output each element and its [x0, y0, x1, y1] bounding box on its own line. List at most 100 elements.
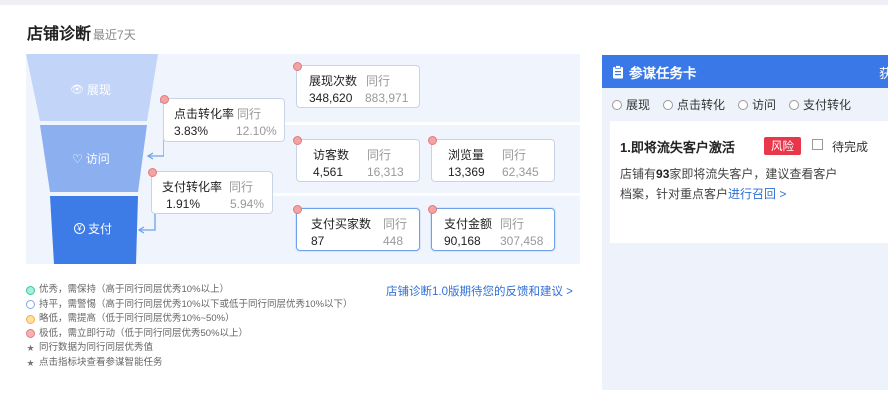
status-dot	[160, 95, 169, 104]
legend-text: 优秀，需保持（高于同行同层优秀10%以上）	[39, 284, 230, 295]
legend-text: 持平，需警惕（高于同行同层优秀10%以下或低于同行同层优秀10%以下）	[39, 298, 353, 310]
peer-label: 同行	[502, 148, 527, 162]
date-range-label: 最近7天	[93, 28, 136, 42]
peer-value: 16,313	[367, 165, 404, 179]
filter-radio-impression[interactable]: 展现	[612, 96, 650, 113]
task-panel-header: 参谋任务卡 获	[602, 55, 888, 88]
recall-link[interactable]: 进行召回 >	[728, 187, 786, 201]
legend-item: 极低，需立即行动（低于同行同层优秀50%以上）	[26, 327, 353, 342]
radio-circle[interactable]	[612, 99, 622, 110]
status-dot	[293, 136, 302, 145]
filter-radio-click-conversion[interactable]: 点击转化	[663, 96, 725, 113]
diagnosis-diagram: 👁 展现 ♡ 访问 ¥ 支付 点击转化率 同行 3.83% 12.10% 支付转…	[26, 54, 580, 264]
funnel-arrow-click	[149, 101, 164, 157]
radio-circle[interactable]	[663, 99, 674, 110]
legend-item: 持平，需警惕（高于同行同层优秀10%以下或低于同行同层优秀10%以下）	[26, 298, 353, 313]
clipboard-icon	[613, 64, 623, 78]
metric-value: 13,369	[448, 165, 485, 179]
peer-label: 同行	[367, 148, 392, 162]
metric-click-conversion[interactable]: 点击转化率 同行 3.83% 12.10%	[160, 95, 285, 142]
star-icon: ★	[26, 343, 35, 353]
radio-circle[interactable]	[738, 99, 749, 110]
peer-label: 同行	[366, 74, 391, 88]
pending-label: 待完成	[832, 140, 869, 154]
metric-value: 348,620	[309, 91, 353, 105]
desc-prefix: 店铺有	[620, 167, 657, 181]
peer-label: 同行	[237, 107, 262, 121]
task-title: 1.即将流失客户激活	[620, 140, 735, 155]
pending-checkbox[interactable]	[812, 139, 823, 150]
top-strip	[0, 0, 888, 5]
filter-radio-visit[interactable]: 访问	[738, 96, 776, 113]
task-panel-title: 参谋任务卡	[629, 65, 697, 81]
peer-label: 同行	[229, 180, 254, 194]
status-dot	[293, 62, 302, 71]
status-dot	[293, 205, 302, 214]
metric-label: 支付转化率	[162, 180, 223, 194]
status-dot	[428, 205, 437, 214]
metric-impressions[interactable]: 展现次数 同行 348,620 883,971	[293, 62, 420, 108]
metric-buyers[interactable]: 支付买家数 同行 87 448	[293, 205, 420, 251]
metric-value: 4,561	[313, 165, 344, 179]
task-description: 店铺有93家即将流失客户，建议查看客户档案，针对重点客户进行召回 >	[620, 164, 842, 204]
peer-value: 883,971	[365, 91, 409, 105]
peer-label: 同行	[383, 217, 408, 231]
task-filter-group: 展现 点击转化 访问 支付转化	[612, 96, 864, 113]
metric-label: 访客数	[313, 148, 350, 162]
radio-label: 支付转化	[803, 98, 852, 112]
feedback-link[interactable]: 店铺诊断1.0版期待您的反馈和建议 >	[386, 283, 573, 299]
radio-label: 访问	[752, 98, 777, 112]
metric-pageviews[interactable]: 浏览量 同行 13,369 62,345	[428, 136, 555, 182]
radio-circle[interactable]	[789, 99, 800, 110]
legend-note: ★ 点击指标块查看参谋智能任务	[26, 356, 353, 371]
heart-icon: ♡	[72, 151, 83, 166]
metric-label: 点击转化率	[174, 107, 235, 121]
radio-label: 点击转化	[677, 98, 726, 112]
legend-swatch-par	[26, 300, 35, 310]
funnel-label-text: 展现	[86, 83, 111, 97]
metric-label: 支付买家数	[311, 217, 372, 231]
peer-label: 同行	[500, 217, 525, 231]
status-dot	[148, 168, 157, 177]
filter-radio-pay-conversion[interactable]: 支付转化	[789, 96, 851, 113]
peer-value: 448	[383, 234, 404, 248]
peer-value: 307,458	[500, 234, 544, 248]
metric-value: 3.83%	[174, 124, 209, 138]
metric-value: 87	[311, 234, 325, 248]
funnel-label-text: 支付	[88, 222, 113, 236]
eye-icon: 👁	[70, 84, 84, 96]
status-dot	[428, 136, 437, 145]
metric-pay-amount[interactable]: 支付金额 同行 90,168 307,458	[428, 205, 555, 251]
legend-item: 优秀，需保持（高于同行同层优秀10%以上）	[26, 283, 353, 298]
metric-value: 1.91%	[166, 197, 201, 211]
legend-text: 极低，需立即行动（低于同行同层优秀50%以上）	[39, 327, 249, 339]
legend-note-text: 同行数据为同行同层优秀值	[39, 342, 154, 353]
metric-label: 浏览量	[448, 148, 485, 162]
peer-value: 12.10%	[236, 124, 277, 138]
funnel-label-visit[interactable]: ♡ 访问	[72, 150, 110, 167]
funnel-label-text: 访问	[85, 152, 110, 166]
legend-note-text: 点击指标块查看参谋智能任务	[39, 356, 163, 368]
legend-text: 略低，需提高（低于同行同层优秀10%~50%）	[39, 313, 235, 324]
funnel-label-pay[interactable]: ¥ 支付	[74, 220, 112, 237]
risk-badge: 风险	[764, 137, 801, 155]
star-icon: ★	[26, 357, 35, 368]
page-title: 店铺诊断 最近7天	[27, 20, 136, 44]
metric-label: 展现次数	[309, 74, 358, 88]
task-card-panel: 参谋任务卡 获 展现 点击转化 访问 支付转化 1.即将流失客户激活 风险 待完…	[602, 55, 888, 390]
funnel-label-impression[interactable]: 👁 展现	[70, 81, 111, 98]
task-card: 1.即将流失客户激活 风险 待完成 店铺有93家即将流失客户，建议查看客户档案，…	[610, 121, 888, 243]
legend-note: ★ 同行数据为同行同层优秀值	[26, 341, 353, 356]
legend-item: 略低，需提高（低于同行同层优秀10%~50%）	[26, 312, 353, 327]
metric-pay-conversion[interactable]: 支付转化率 同行 1.91% 5.94%	[148, 168, 273, 214]
legend-swatch-low	[26, 314, 35, 324]
desc-count: 93	[656, 167, 670, 181]
legend-swatch-excellent	[26, 285, 35, 295]
metric-value: 90,168	[444, 234, 481, 248]
status-legend: 优秀，需保持（高于同行同层优秀10%以上） 持平，需警惕（高于同行同层优秀10%…	[26, 283, 353, 370]
task-panel-overflow-text: 获	[879, 66, 888, 81]
metric-visitors[interactable]: 访客数 同行 4,561 16,313	[293, 136, 420, 182]
metric-label: 支付金额	[444, 217, 493, 231]
radio-label: 展现	[626, 98, 651, 112]
legend-swatch-very-low	[26, 329, 35, 339]
